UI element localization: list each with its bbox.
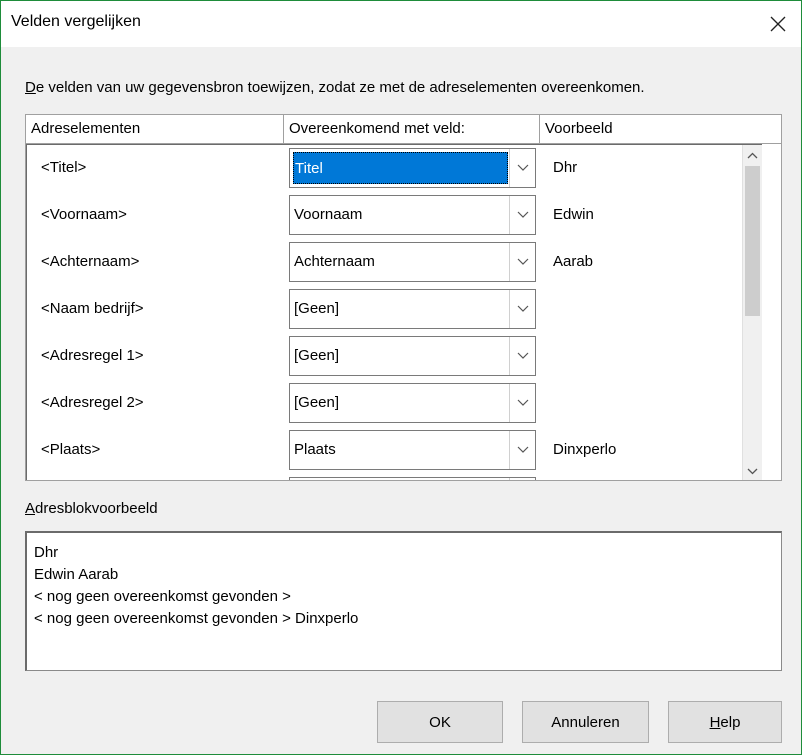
address-element-label: <Naam bedrijf> [41, 300, 144, 317]
field-mapping-list: <Titel> Titel Dhr <Voornaam> Voornaam Ed… [25, 144, 782, 481]
instruction-text: De velden van uw gegevensbron toewijzen,… [25, 79, 645, 96]
scroll-thumb[interactable] [745, 166, 760, 316]
example-value: Dinxperlo [553, 441, 617, 458]
column-header-address-elements[interactable]: Adreselementen [26, 115, 284, 143]
chevron-down-icon [517, 211, 528, 218]
dropdown-button[interactable] [509, 337, 535, 375]
dropdown-button[interactable] [509, 290, 535, 328]
combobox-value: [Geen] [294, 394, 340, 411]
scroll-up-button[interactable] [743, 145, 762, 165]
example-value: Aarab [553, 253, 594, 270]
dropdown-button[interactable] [509, 431, 535, 469]
preview-label-rest: dresblokvoorbeeld [35, 500, 158, 517]
address-element-label: <Plaats> [41, 441, 101, 458]
combobox-value: Voornaam [294, 206, 363, 223]
help-label-rest: elp [720, 713, 741, 731]
column-header-example[interactable]: Voorbeeld [540, 115, 781, 143]
combobox-value: Achternaam [294, 253, 375, 270]
chevron-down-icon [517, 446, 528, 453]
instruction-mnemonic: D [25, 79, 36, 96]
preview-line: < nog geen overeenkomst gevonden > Dinxp… [34, 610, 359, 627]
mapping-row-first-name: <Voornaam> Voornaam Edwin [27, 192, 763, 239]
chevron-down-icon [517, 258, 528, 265]
address-element-label: <Achternaam> [41, 253, 140, 270]
field-combobox-partial[interactable] [289, 477, 536, 480]
mapping-row-address-line-1: <Adresregel 1> [Geen] [27, 333, 763, 380]
address-element-label: <Voornaam> [41, 206, 127, 223]
field-combobox-last-name[interactable]: Achternaam [289, 242, 536, 282]
field-combobox-first-name[interactable]: Voornaam [289, 195, 536, 235]
combobox-value: Titel [293, 152, 508, 184]
dropdown-button[interactable] [509, 384, 535, 422]
example-value: Dhr [553, 159, 578, 176]
chevron-down-icon [517, 164, 528, 171]
preview-line: Edwin Aarab [34, 566, 119, 583]
preview-line: Dhr [34, 544, 59, 561]
mapping-row-title: <Titel> Titel Dhr [27, 145, 763, 192]
field-mapping-rows: <Titel> Titel Dhr <Voornaam> Voornaam Ed… [26, 144, 762, 480]
example-value: Edwin [553, 206, 594, 223]
preview-line: < nog geen overeenkomst gevonden > [34, 588, 291, 605]
dropdown-button[interactable] [509, 478, 535, 480]
chevron-down-icon [517, 305, 528, 312]
mapping-row-city: <Plaats> Plaats Dinxperlo [27, 427, 763, 474]
field-combobox-title[interactable]: Titel [289, 148, 536, 188]
dialog-window: Velden vergelijken De velden van uw gege… [0, 0, 802, 755]
table-header: Adreselementen Overeenkomend met veld: V… [25, 114, 782, 144]
combobox-value: [Geen] [294, 300, 340, 317]
title-bar: Velden vergelijken [1, 1, 801, 47]
column-header-matching-field[interactable]: Overeenkomend met veld: [284, 115, 540, 143]
combobox-value: Plaats [294, 441, 336, 458]
chevron-down-icon [747, 468, 758, 474]
field-combobox-address-line-2[interactable]: [Geen] [289, 383, 536, 423]
field-combobox-company-name[interactable]: [Geen] [289, 289, 536, 329]
address-element-label: <Titel> [41, 159, 87, 176]
dropdown-button[interactable] [509, 196, 535, 234]
close-icon [770, 16, 786, 32]
vertical-scrollbar[interactable] [742, 145, 762, 480]
cancel-button[interactable]: Annuleren [522, 701, 649, 743]
mapping-row-last-name: <Achternaam> Achternaam Aarab [27, 239, 763, 286]
address-block-preview: Dhr Edwin Aarab < nog geen overeenkomst … [25, 531, 782, 671]
combobox-value: [Geen] [294, 347, 340, 364]
field-combobox-city[interactable]: Plaats [289, 430, 536, 470]
close-button[interactable] [755, 1, 801, 47]
help-mnemonic: H [709, 713, 721, 731]
dialog-title: Velden vergelijken [11, 13, 141, 30]
preview-label-mnemonic: A [25, 500, 36, 517]
chevron-down-icon [517, 399, 528, 406]
field-combobox-address-line-1[interactable]: [Geen] [289, 336, 536, 376]
dropdown-button[interactable] [509, 243, 535, 281]
mapping-row-company-name: <Naam bedrijf> [Geen] [27, 286, 763, 333]
chevron-up-icon [747, 152, 758, 158]
address-element-label: <Adresregel 2> [41, 394, 144, 411]
preview-label: Adresblokvoorbeeld [25, 500, 158, 517]
dropdown-button[interactable] [509, 149, 535, 187]
mapping-row-partial [27, 474, 763, 480]
address-element-label: <Adresregel 1> [41, 347, 144, 364]
help-button[interactable]: Help [668, 701, 782, 743]
chevron-down-icon [517, 352, 528, 359]
instruction-rest: e velden van uw gegevensbron toewijzen, … [35, 79, 645, 96]
scroll-down-button[interactable] [743, 461, 762, 480]
ok-button[interactable]: OK [377, 701, 503, 743]
mapping-row-address-line-2: <Adresregel 2> [Geen] [27, 380, 763, 427]
